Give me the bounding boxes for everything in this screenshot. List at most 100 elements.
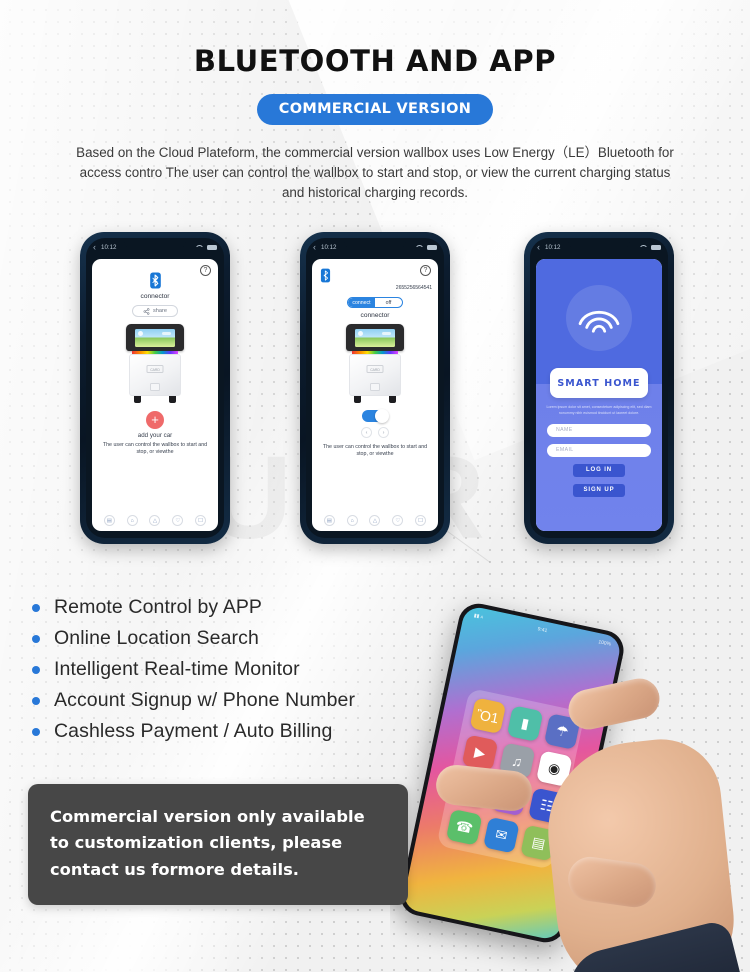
held-phone-statusbar: ▮▮ ᴀ 9:41 100% [463, 611, 621, 650]
help-icon[interactable]: ? [420, 265, 431, 276]
mail-icon[interactable]: ✉ [482, 816, 520, 854]
nav-bell-icon[interactable]: △ [369, 515, 381, 526]
wallbox-lcd-screen [135, 328, 175, 347]
list-item: Cashless Payment / Auto Billing [32, 716, 355, 747]
next-arrow-icon[interactable]: › [378, 427, 389, 438]
status-time: 10:12 [321, 243, 337, 251]
smart-home-screen: SMART HOME Lorem ipsum dolor sit amet, c… [536, 259, 662, 531]
lower-finger [565, 854, 659, 910]
play-icon[interactable]: ▶ [461, 734, 499, 772]
connector-app-screen: ? connector share CARD + add your car Th… [92, 259, 218, 531]
bullet-dot-icon [32, 603, 40, 612]
nav-grid-icon[interactable]: ▤ [323, 515, 335, 526]
hand-holding-phone-photo: ▮▮ ᴀ 9:41 100% Ὂ1 ▮ ☂ ▶ ♫ ◉ ☒ ☁ ☷ ☎ ✉ ▤ [390, 572, 750, 972]
nav-heart-icon[interactable]: ♡ [392, 515, 404, 526]
wifi-icon [639, 244, 646, 250]
shower-icon[interactable]: ☂ [543, 713, 581, 751]
phone-3-bezel: ‹ 10:12 SMART HOME Lorem ipsum dolor sit… [530, 238, 668, 538]
name-input-placeholder: NAME [556, 427, 573, 433]
status-time: 10:12 [545, 243, 561, 251]
helper-text: The user can control the wallbox to star… [322, 444, 428, 458]
bullet-dot-icon [32, 727, 40, 736]
wallbox-top [126, 324, 184, 351]
wallbox-device-image: CARD [126, 324, 184, 403]
lock-icon[interactable]: ▮ [506, 705, 544, 743]
segment-connect[interactable]: connect [348, 298, 375, 307]
connector-label: connector [360, 312, 390, 319]
battery-icon [427, 244, 437, 250]
bottom-navbar: ▤ ⌂ △ ♡ ☐ [92, 515, 218, 526]
nav-heart-icon[interactable]: ♡ [172, 515, 184, 526]
list-item: Intelligent Real-time Monitor [32, 654, 355, 685]
smart-home-title: SMART HOME [557, 377, 641, 389]
nav-bookmark-icon[interactable]: ☐ [195, 515, 207, 526]
device-serial-number: 2655256564541 [395, 285, 432, 291]
bluetooth-icon-wrap [92, 259, 218, 291]
held-time: 9:41 [536, 626, 548, 635]
wallbox-device-image: CARD [346, 324, 404, 403]
prev-arrow-icon[interactable]: ‹ [361, 427, 372, 438]
list-item: Remote Control by APP [32, 592, 355, 623]
smart-home-description: Lorem ipsum dolor sit amet, consectetuer… [546, 405, 652, 415]
cart-icon[interactable]: ☒ [453, 771, 491, 809]
share-button[interactable]: share [132, 305, 178, 317]
nav-home-icon[interactable]: ⌂ [126, 515, 138, 526]
held-phone-screen: ▮▮ ᴀ 9:41 100% Ὂ1 ▮ ☂ ▶ ♫ ◉ ☒ ☁ ☷ ☎ ✉ ▤ [401, 604, 623, 942]
weather-icon[interactable]: ☁ [490, 779, 528, 817]
segment-off[interactable]: off [375, 298, 402, 307]
connect-toggle-segment[interactable]: connect off [347, 297, 403, 308]
wallbox-feet [354, 396, 396, 403]
header-description: Based on the Cloud Plateform, the commer… [76, 145, 674, 201]
nav-grid-icon[interactable]: ▤ [103, 515, 115, 526]
wallbox-plug [150, 383, 160, 391]
helper-text: The user can control the wallbox to star… [102, 442, 208, 456]
back-icon[interactable]: ‹ [313, 242, 316, 252]
feature-label: Intelligent Real-time Monitor [54, 658, 300, 680]
add-car-label: add your car [137, 432, 173, 439]
name-input[interactable]: NAME [547, 423, 651, 437]
share-icon [143, 307, 150, 315]
commercial-version-badge: COMMERCIAL VERSION [256, 94, 494, 125]
bullet-dot-icon [32, 665, 40, 674]
lightbulb-icon[interactable]: Ὂ1 [469, 697, 507, 735]
phone-1-notch [124, 238, 186, 249]
wifi-icon [195, 244, 202, 250]
wifi-icon [415, 244, 422, 250]
add-car-button[interactable]: + [146, 411, 164, 429]
nav-home-icon[interactable]: ⌂ [346, 515, 358, 526]
nav-bell-icon[interactable]: △ [149, 515, 161, 526]
held-battery-label: 100% [597, 639, 612, 648]
wallbox-top [346, 324, 404, 351]
phone-2-bezel: ‹ 10:12 ? 2655256564541 connect off conn… [306, 238, 444, 538]
wallbox-lcd-screen [355, 328, 395, 347]
battery-icon [207, 244, 217, 250]
power-toggle-switch[interactable] [362, 409, 389, 423]
notes-icon[interactable]: ▤ [520, 824, 557, 862]
wallbox-plug [370, 383, 380, 391]
calendar-icon[interactable]: ☷ [527, 787, 565, 825]
back-icon[interactable]: ‹ [537, 242, 540, 252]
nav-bookmark-icon[interactable]: ☐ [415, 515, 427, 526]
email-input-placeholder: EMAIL [556, 447, 574, 453]
app-folder: Ὂ1 ▮ ☂ ▶ ♫ ◉ ☒ ☁ ☷ ☎ ✉ ▤ [436, 688, 586, 871]
signup-button[interactable]: SIGN UP [573, 483, 625, 497]
notice-box: Commercial version only available to cus… [28, 784, 408, 906]
bluetooth-icon [149, 272, 161, 289]
help-icon[interactable]: ? [200, 265, 211, 276]
bluetooth-icon-wrap [312, 259, 438, 285]
smart-home-title-card: SMART HOME [550, 368, 648, 398]
phone-mockup-3: ‹ 10:12 SMART HOME Lorem ipsum dolor sit… [524, 232, 674, 544]
camera-icon[interactable]: ◉ [535, 750, 573, 788]
connected-app-screen: ? 2655256564541 connect off connector CA… [312, 259, 438, 531]
list-item: Online Location Search [32, 623, 355, 654]
feature-list: Remote Control by APP Online Location Se… [32, 592, 355, 747]
login-button[interactable]: LOG IN [573, 463, 625, 477]
email-input[interactable]: EMAIL [547, 443, 651, 457]
phone-icon[interactable]: ☎ [445, 809, 483, 846]
back-icon[interactable]: ‹ [93, 242, 96, 252]
headphones-icon[interactable]: ♫ [498, 742, 536, 780]
bullet-dot-icon [32, 634, 40, 643]
phone-mockup-2: ‹ 10:12 ? 2655256564541 connect off conn… [300, 232, 450, 544]
phone-1-bezel: ‹ 10:12 ? connector share CARD + add you… [86, 238, 224, 538]
carousel-arrows: ‹ › [312, 427, 438, 438]
